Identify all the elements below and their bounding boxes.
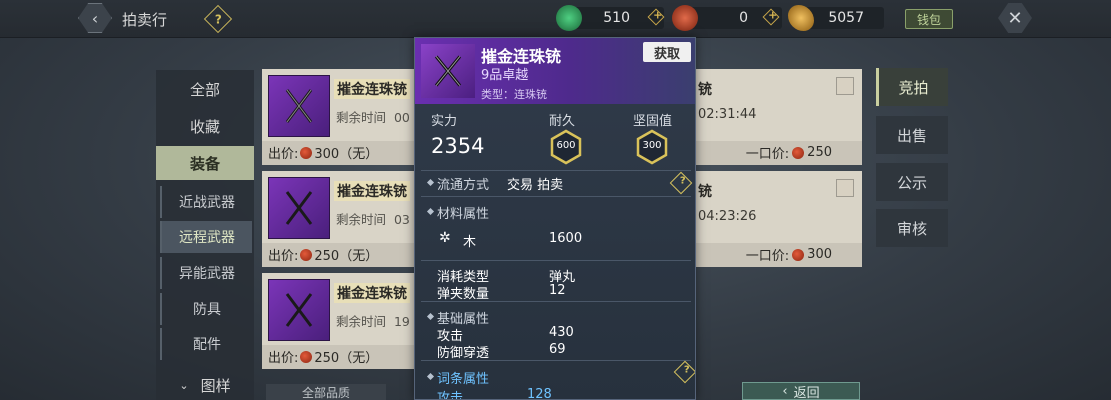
durability-value: 600 [556,140,576,151]
wood-icon: ✲ [439,230,451,246]
back-arrow-icon: ‹ [91,8,99,28]
circulation-label: 流通方式 [437,174,489,193]
menu-item-favorites[interactable]: 收藏 [156,109,254,143]
material-name: 木 [463,235,477,250]
item-thumbnail [268,177,330,239]
coin-icon [300,146,313,159]
help-icon[interactable]: ? [673,360,695,384]
bid-price: 出价: 300（无） [268,146,379,162]
material-value: 1600 [549,231,583,246]
tab-public[interactable]: 公示 [876,163,948,201]
item-thumbnail [421,44,475,98]
listing-card[interactable]: 铳 02:31:44 一口价: 250 [694,69,862,165]
affix-section-title: 词条属性 [437,368,489,387]
favorite-checkbox[interactable] [836,77,854,95]
clip-value: 12 [549,283,566,298]
affix-attack-value: 128 [527,387,552,400]
solidity-value: 300 [642,140,662,151]
sub-item-armor[interactable]: 防具 [160,293,252,325]
menu-item-equipment[interactable]: 装备 [156,146,254,180]
help-icon[interactable]: ? [669,171,693,195]
get-button[interactable]: 获取 [643,42,691,62]
category-menu: 全部 收藏 装备 近战武器 远程武器 异能武器 防具 配件 ⌄ 图样 [156,70,254,400]
quality-filter[interactable]: 全部品质 [266,384,386,400]
gun-icon [285,89,313,123]
gun-icon [434,55,462,87]
sub-item-ranged[interactable]: 远程武器 [160,221,252,253]
item-thumbnail [268,75,330,137]
attack-value: 430 [549,325,574,340]
coin-icon [300,248,313,261]
durability-hex-icon: 600 [549,129,583,165]
chevron-left-icon: ‹ [782,383,788,399]
wallet-button[interactable]: 钱包 [905,9,953,29]
page-title: 拍卖行 [122,11,168,29]
bid-price: 出价: 250（无） [268,350,379,366]
jade-icon [556,5,582,31]
return-button[interactable]: ‹ 返回 [742,382,860,400]
divider [421,260,691,261]
divider [421,360,691,361]
divider [421,170,691,171]
item-name: 摧金连珠铳 [334,283,410,303]
coin-icon [300,350,313,363]
listing-card[interactable]: 摧金连珠铳 剩余时间 19 出价: 250（无） [262,273,420,369]
listing-card[interactable]: 摧金连珠铳 剩余时间 03 出价: 250（无） [262,171,420,267]
buyout-price: 一口价: 300 [745,247,832,264]
popup-item-grade: 9品卓越 [481,68,529,83]
tab-sell[interactable]: 出售 [876,116,948,154]
gun-icon [285,191,313,225]
time-remaining: 剩余时间 00 [336,110,410,125]
coin-icon [792,146,805,159]
buyout-price: 一口价: 250 [745,145,832,162]
gun-icon [285,293,313,327]
chevron-down-icon: ⌄ [179,378,189,392]
durability-label: 耐久 [549,114,576,129]
listing-card[interactable]: 摧金连珠铳 剩余时间 00 出价: 300（无） [262,69,420,165]
sub-item-melee[interactable]: 近战武器 [160,186,252,218]
menu-item-all[interactable]: 全部 [156,72,254,106]
time-remaining: 02:31:44 [698,107,757,122]
power-value: 2354 [431,134,485,158]
bid-price: 出价: 250（无） [268,248,379,264]
divider [421,196,691,197]
solidity-hex-icon: 300 [635,129,669,165]
affix-attack-label: 攻击 [437,391,464,400]
item-thumbnail [268,279,330,341]
power-label: 实力 [431,114,458,129]
time-remaining: 04:23:26 [698,209,757,224]
divider [421,301,691,302]
item-name: 摧金连珠铳 [334,79,410,99]
circulation-value: 交易 拍卖 [507,178,564,193]
time-remaining: 剩余时间 03 [336,212,410,227]
sub-item-psionic[interactable]: 异能武器 [160,257,252,289]
clip-label: 弹夹数量 [437,287,490,302]
popup-item-type: 类型：连珠铳 [481,88,547,101]
solidity-label: 坚固值 [633,114,673,129]
pierce-value: 69 [549,342,566,357]
item-name: 铳 [698,184,712,200]
tab-review[interactable]: 审核 [876,209,948,247]
listing-card[interactable]: 铳 04:23:26 一口价: 300 [694,171,862,267]
item-detail-popup: 摧金连珠铳 9品卓越 类型：连珠铳 获取 实力 耐久 坚固值 2354 600 … [414,37,696,400]
coin-icon [792,248,805,261]
favorite-checkbox[interactable] [836,179,854,197]
red-coin-icon [672,5,698,31]
menu-item-pattern[interactable]: ⌄ 图样 [156,368,254,400]
tab-bid[interactable]: 竞拍 [876,68,948,106]
pierce-label: 防御穿透 [437,346,490,361]
item-name: 摧金连珠铳 [334,181,410,201]
time-remaining: 剩余时间 19 [336,314,410,329]
sub-item-accessory[interactable]: 配件 [160,328,252,360]
item-name: 铳 [698,82,712,98]
material-section-title: 材料属性 [437,203,489,222]
